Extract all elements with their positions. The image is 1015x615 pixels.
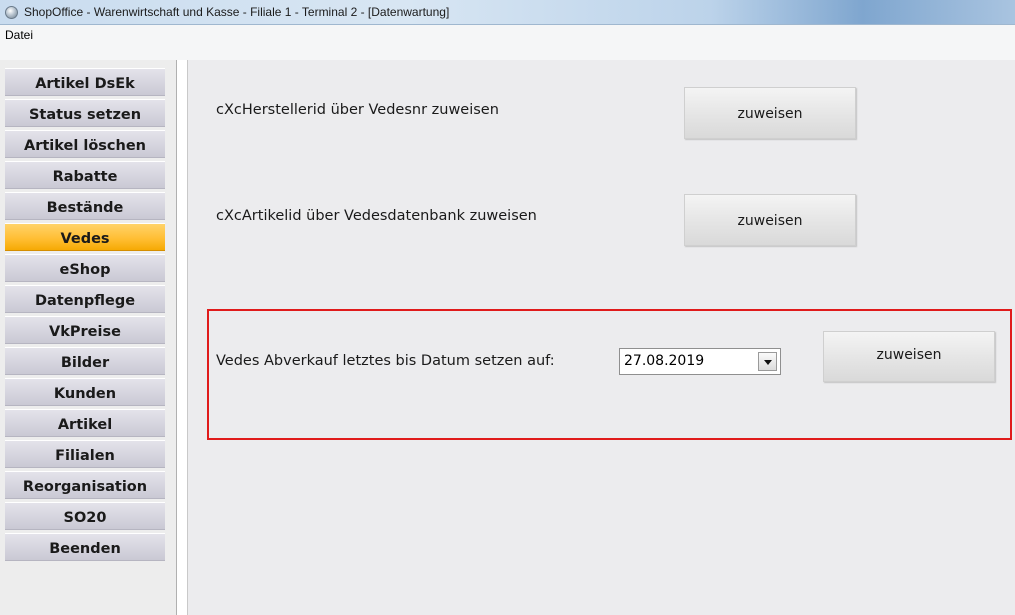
sidebar-item-vedes[interactable]: Vedes bbox=[5, 223, 165, 251]
sidebar-item-artikel-dsek[interactable]: Artikel DsEk bbox=[5, 68, 165, 96]
assign-button-label: zuweisen bbox=[876, 347, 942, 363]
assign-artikelid-button[interactable]: zuweisen bbox=[684, 194, 856, 246]
assign-herstellerid-button[interactable]: zuweisen bbox=[684, 87, 856, 139]
sidebar-item-vkpreise[interactable]: VkPreise bbox=[5, 316, 165, 344]
title-bar: ShopOffice - Warenwirtschaft und Kasse -… bbox=[0, 0, 1015, 25]
sidebar-item-bestaende[interactable]: Bestände bbox=[5, 192, 165, 220]
assign-button-label: zuweisen bbox=[737, 106, 803, 122]
window-title: ShopOffice - Warenwirtschaft und Kasse -… bbox=[24, 5, 450, 19]
artikelid-label: cXcArtikelid über Vedesdatenbank zuweise… bbox=[216, 208, 537, 224]
menu-bar: Datei bbox=[0, 25, 1015, 60]
sidebar-item-so20[interactable]: SO20 bbox=[5, 502, 165, 530]
date-value: 27.08.2019 bbox=[624, 353, 705, 369]
assign-button-label: zuweisen bbox=[737, 213, 803, 229]
sidebar-item-artikel-loeschen[interactable]: Artikel löschen bbox=[5, 130, 165, 158]
sidebar-item-datenpflege[interactable]: Datenpflege bbox=[5, 285, 165, 313]
sidebar-item-status-setzen[interactable]: Status setzen bbox=[5, 99, 165, 127]
sidebar: Artikel DsEk Status setzen Artikel lösch… bbox=[0, 60, 177, 615]
sidebar-item-beenden[interactable]: Beenden bbox=[5, 533, 165, 561]
app-orb-icon[interactable] bbox=[5, 6, 18, 19]
sidebar-item-bilder[interactable]: Bilder bbox=[5, 347, 165, 375]
sidebar-item-kunden[interactable]: Kunden bbox=[5, 378, 165, 406]
sidebar-item-rabatte[interactable]: Rabatte bbox=[5, 161, 165, 189]
date-dropdown[interactable]: 27.08.2019 bbox=[619, 348, 781, 375]
menu-datei[interactable]: Datei bbox=[5, 28, 33, 42]
sidebar-item-filialen[interactable]: Filialen bbox=[5, 440, 165, 468]
sidebar-item-reorganisation[interactable]: Reorganisation bbox=[5, 471, 165, 499]
assign-date-button[interactable]: zuweisen bbox=[823, 331, 995, 382]
sidebar-item-eshop[interactable]: eShop bbox=[5, 254, 165, 282]
sidebar-item-artikel[interactable]: Artikel bbox=[5, 409, 165, 437]
abverkauf-date-label: Vedes Abverkauf letztes bis Datum setzen… bbox=[216, 353, 555, 369]
herstellerid-label: cXcHerstellerid über Vedesnr zuweisen bbox=[216, 102, 499, 118]
chevron-down-icon[interactable] bbox=[758, 352, 777, 371]
